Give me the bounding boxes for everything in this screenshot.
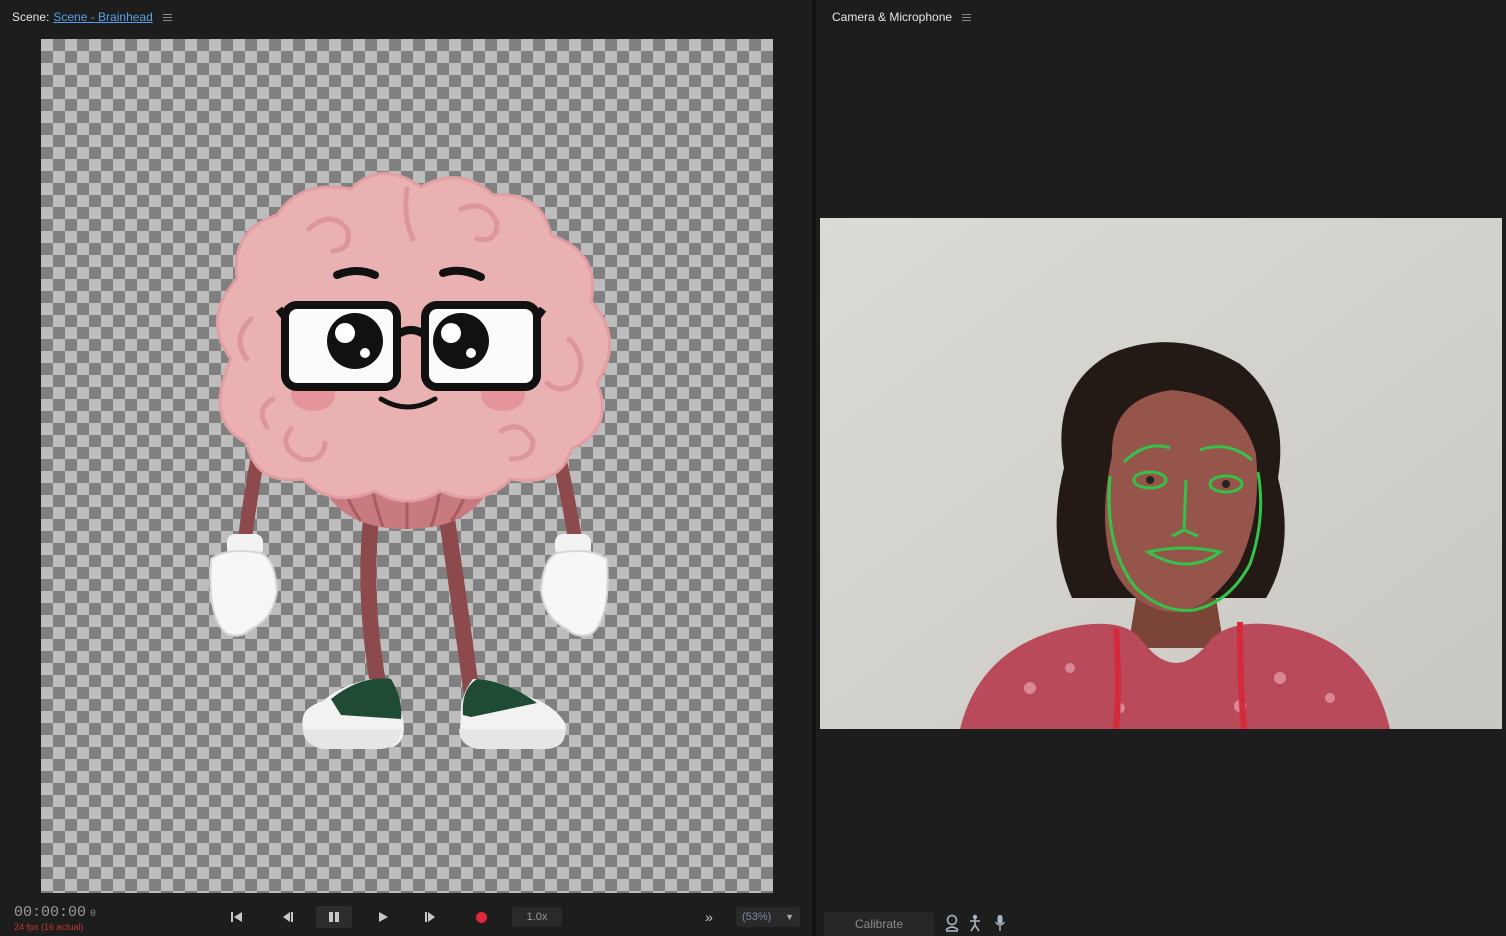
scene-panel: Scene: Scene - Brainhead 00:00:00 0 24 f… xyxy=(0,0,812,936)
play-icon xyxy=(379,912,388,922)
calibrate-button[interactable]: Calibrate xyxy=(824,912,934,936)
go-to-start-button[interactable] xyxy=(226,906,248,928)
pause-icon xyxy=(329,912,339,922)
hamburger-menu-icon[interactable] xyxy=(962,12,972,23)
camera-footer: Calibrate xyxy=(816,910,1506,936)
left-shoe xyxy=(302,678,404,749)
scene-panel-title: Scene: xyxy=(12,10,50,24)
scene-panel-header: Scene: Scene - Brainhead xyxy=(0,0,812,34)
camera-panel-header: Camera & Microphone xyxy=(816,0,1506,34)
step-forward-button[interactable] xyxy=(420,906,442,928)
zoom-dropdown[interactable]: (53%) ▼ xyxy=(736,907,800,927)
step-forward-icon xyxy=(425,912,435,922)
right-glove xyxy=(539,534,609,637)
microphone-icon[interactable] xyxy=(994,914,1006,932)
face-tracking-icon[interactable] xyxy=(944,914,960,932)
left-glove xyxy=(209,534,279,637)
body-tracking-icon[interactable] xyxy=(968,914,982,932)
brain-head xyxy=(216,172,611,503)
camera-feed xyxy=(820,218,1502,729)
play-button[interactable] xyxy=(372,906,394,928)
webcam-image xyxy=(820,218,1502,729)
fps-readout: 24 fps (16 actual) xyxy=(14,922,84,932)
step-back-icon xyxy=(283,912,293,922)
right-shoe xyxy=(459,679,566,749)
camera-panel-title: Camera & Microphone xyxy=(832,10,953,24)
more-button[interactable]: » xyxy=(698,906,720,928)
brainhead-character xyxy=(209,172,611,749)
go-to-start-icon xyxy=(231,912,242,922)
scene-canvas[interactable] xyxy=(41,39,773,893)
step-back-button[interactable] xyxy=(276,906,298,928)
transport-bar: 00:00:00 0 24 fps (16 actual) 1.0x » (53%… xyxy=(0,898,812,936)
timecode[interactable]: 00:00:00 0 xyxy=(14,904,96,921)
camera-panel: Camera & Microphone Calibrate xyxy=(816,0,1506,936)
playback-speed[interactable]: 1.0x xyxy=(512,907,562,927)
pause-button[interactable] xyxy=(316,906,352,928)
record-icon xyxy=(475,911,487,923)
more-icon: » xyxy=(705,909,713,925)
record-button[interactable] xyxy=(470,906,492,928)
scene-name-link[interactable]: Scene - Brainhead xyxy=(53,10,152,24)
hamburger-menu-icon[interactable] xyxy=(162,12,172,23)
zoom-chevron-icon: ▼ xyxy=(785,912,794,922)
zoom-value: (53%) xyxy=(742,911,772,923)
